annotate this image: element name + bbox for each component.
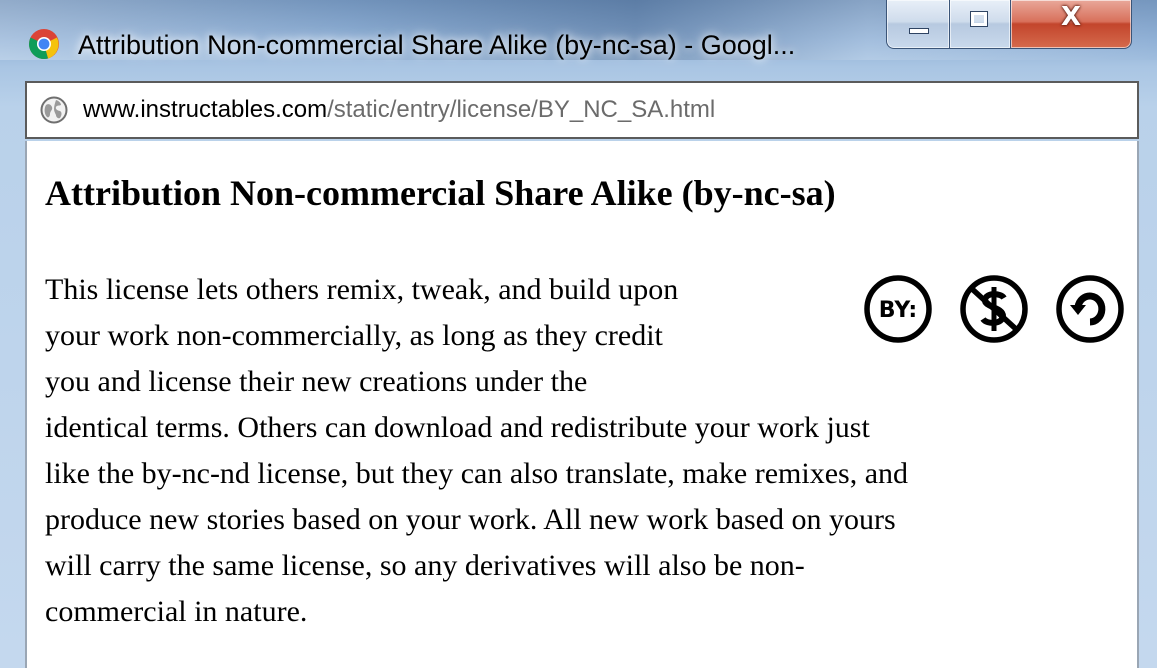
license-description: This license lets others remix, tweak, a…	[45, 267, 1125, 635]
paragraph-line: your work non-commercially, as long as t…	[45, 319, 663, 352]
address-bar[interactable]: www.instructables.com/static/entry/licen…	[25, 81, 1139, 139]
paragraph-line: identical terms. Others can download and…	[45, 411, 870, 444]
page-title: Attribution Non-commercial Share Alike (…	[45, 173, 836, 213]
page-content: Attribution Non-commercial Share Alike (…	[25, 141, 1139, 668]
paragraph-line: commercial in nature.	[45, 595, 308, 628]
close-button[interactable]: X	[1010, 0, 1132, 49]
url-text[interactable]: www.instructables.com/static/entry/licen…	[83, 94, 715, 126]
minimize-button[interactable]	[886, 0, 950, 49]
close-icon: X	[1060, 2, 1082, 32]
window-controls: X	[882, 0, 1152, 52]
paragraph-line: produce new stories based on your work. …	[45, 503, 896, 536]
minimize-icon	[909, 28, 929, 34]
maximize-icon	[970, 11, 988, 27]
paragraph-line: like the by-nc-nd license, but they can …	[45, 457, 909, 490]
paragraph-line: you and license their new creations unde…	[45, 365, 588, 398]
window-title: Attribution Non-commercial Share Alike (…	[78, 30, 796, 60]
globe-icon	[40, 96, 68, 124]
maximize-button[interactable]	[949, 0, 1011, 49]
url-path: /static/entry/license/BY_NC_SA.html	[327, 96, 716, 123]
paragraph-line: will carry the same license, so any deri…	[45, 549, 805, 582]
title-bar[interactable]: Attribution Non-commercial Share Alike (…	[0, 0, 1157, 82]
url-host: www.instructables.com	[83, 96, 328, 123]
browser-window: Attribution Non-commercial Share Alike (…	[0, 0, 1157, 668]
paragraph-line: This license lets others remix, tweak, a…	[45, 273, 679, 306]
chrome-icon	[28, 29, 59, 60]
